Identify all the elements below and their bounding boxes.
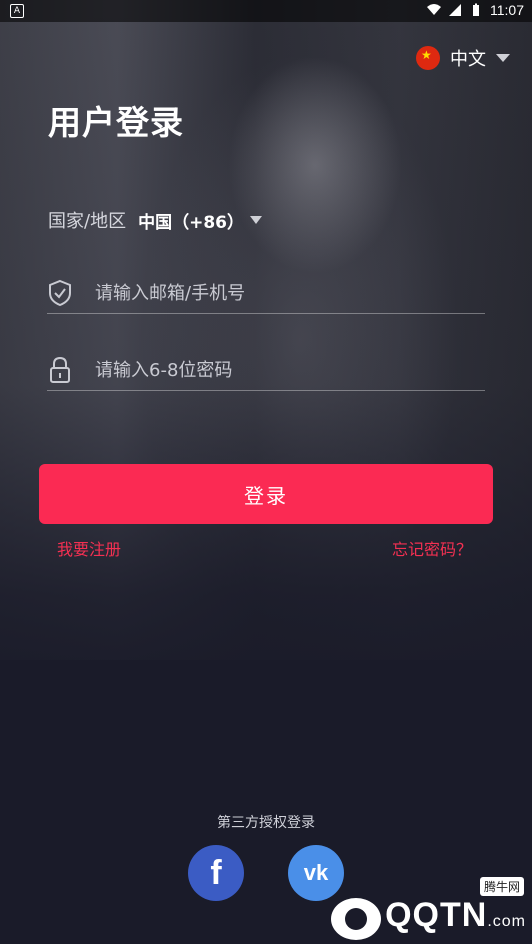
register-link[interactable]: 我要注册 bbox=[57, 536, 121, 560]
third-party-title: 第三方授权登录 bbox=[217, 815, 315, 831]
watermark-badge: 腾牛网 bbox=[479, 877, 524, 896]
china-flag-icon bbox=[416, 46, 440, 70]
language-label: 中文 bbox=[450, 49, 486, 70]
region-value: 中国（+86） bbox=[138, 212, 244, 233]
chevron-down-icon bbox=[249, 216, 262, 224]
status-icons: 11:07 bbox=[427, 2, 524, 18]
facebook-icon: f bbox=[210, 853, 222, 892]
shield-check-icon bbox=[47, 279, 73, 307]
facebook-login-button[interactable]: f bbox=[188, 845, 244, 901]
region-selector[interactable]: 国家/地区 中国（+86） bbox=[48, 207, 262, 233]
chevron-down-icon bbox=[496, 54, 510, 62]
page-title: 用户登录 bbox=[48, 103, 184, 142]
language-selector[interactable]: 中文 bbox=[416, 45, 510, 71]
vk-icon: vk bbox=[303, 860, 329, 885]
password-input[interactable] bbox=[93, 358, 485, 382]
email-field[interactable] bbox=[47, 273, 485, 314]
login-button[interactable]: 登录 bbox=[39, 464, 493, 524]
status-bar: A 11:07 bbox=[0, 0, 532, 22]
region-label: 国家/地区 bbox=[48, 211, 127, 232]
password-field[interactable] bbox=[47, 350, 485, 391]
notification-icon: A bbox=[10, 4, 24, 18]
forgot-password-link[interactable]: 忘记密码？ bbox=[392, 536, 472, 560]
vk-login-button[interactable]: vk bbox=[288, 845, 344, 901]
watermark-logo-icon bbox=[331, 898, 382, 940]
watermark: QQTN.com 腾牛网 bbox=[331, 877, 526, 940]
battery-icon bbox=[473, 3, 479, 16]
clock: 11:07 bbox=[490, 2, 524, 18]
signal-icon bbox=[449, 4, 461, 16]
watermark-text: QQTN.com bbox=[385, 896, 526, 934]
lock-icon bbox=[47, 356, 73, 384]
email-input[interactable] bbox=[93, 281, 485, 305]
wifi-icon bbox=[427, 4, 441, 15]
